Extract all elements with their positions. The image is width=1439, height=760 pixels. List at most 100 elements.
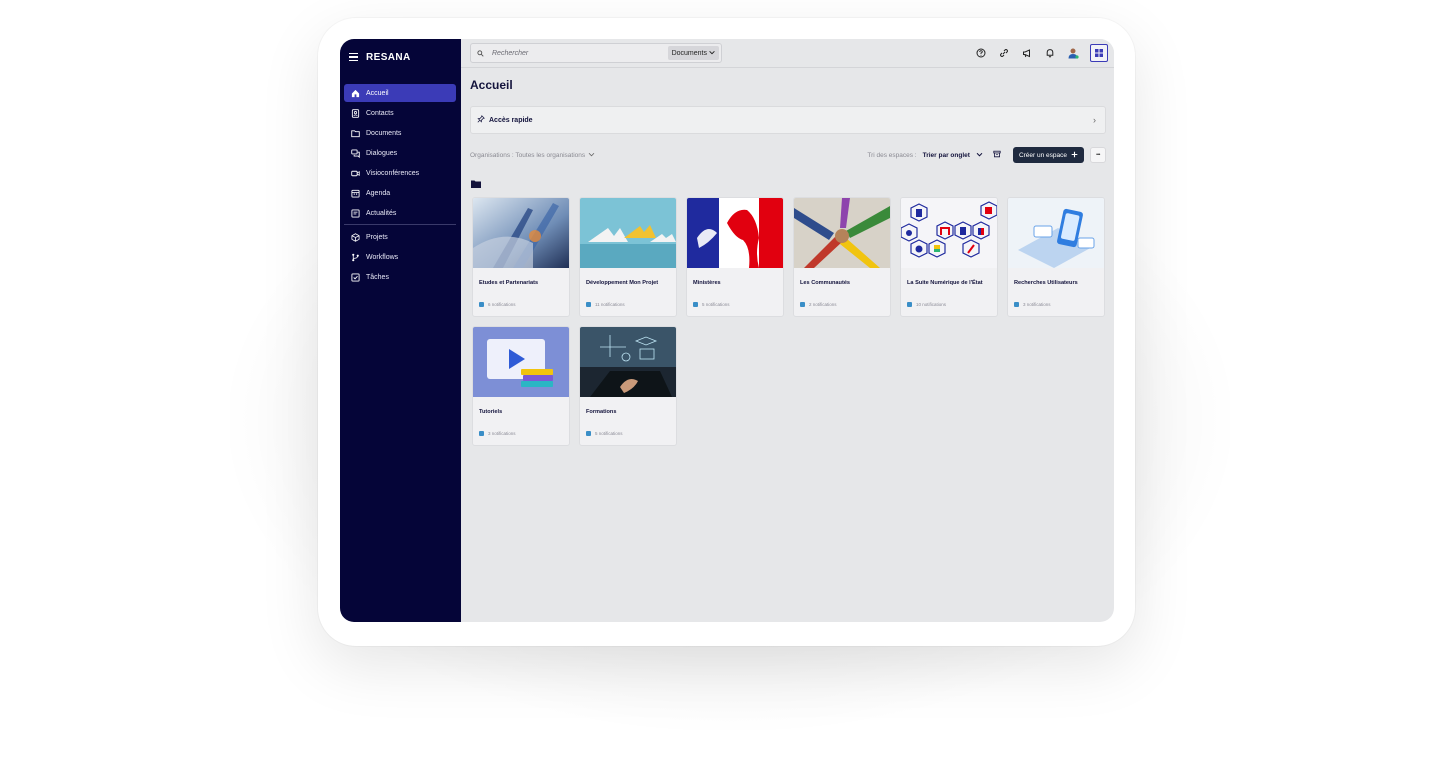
search-input[interactable]: Rechercher (492, 50, 668, 57)
sidebar-item-actualites[interactable]: Actualités (344, 204, 456, 222)
sidebar-item-contacts[interactable]: Contacts (344, 104, 456, 122)
sidebar-item-taches[interactable]: Tâches (344, 268, 456, 286)
sidebar-item-projets[interactable]: Projets (344, 228, 456, 246)
chevron-down-icon[interactable] (976, 152, 983, 159)
space-title: Développement Mon Projet (586, 280, 659, 286)
video-icon (350, 168, 360, 178)
search-icon (477, 44, 484, 62)
space-title: Recherches Utilisateurs (1014, 280, 1078, 286)
space-thumbnail (473, 327, 569, 397)
space-notifications: 3 notifications (479, 431, 516, 437)
sidebar-nav: Accueil Contacts Documents Dialogues Vis… (344, 84, 456, 288)
search-scope-label: Documents (671, 49, 707, 57)
space-notifications: 2 notifications (800, 302, 837, 308)
search-bar[interactable]: Rechercher Documents (470, 43, 722, 63)
sidebar-item-label: Workflows (366, 253, 399, 261)
space-card-etudes[interactable]: Etudes et Partenariats 6 notifications (472, 197, 570, 317)
sidebar-item-label: Agenda (366, 189, 391, 197)
space-notifications: 11 notifications (586, 302, 625, 308)
megaphone-icon[interactable] (1021, 47, 1033, 59)
sidebar-item-label: Actualités (366, 209, 397, 217)
bell-icon[interactable] (1044, 47, 1056, 59)
sidebar-item-label: Visioconférences (366, 169, 420, 177)
space-card-suite-numerique[interactable]: La Suite Numérique de l'État 10 notifica… (900, 197, 998, 317)
folder-icon (350, 128, 360, 138)
pin-icon (477, 115, 485, 125)
sidebar: RESANA Accueil Contacts Documents Dialog… (340, 39, 461, 622)
sidebar-item-label: Accueil (366, 89, 389, 97)
sidebar-item-label: Dialogues (366, 149, 398, 157)
app-screen: RESANA Accueil Contacts Documents Dialog… (340, 39, 1114, 622)
chevron-down-icon (588, 152, 595, 159)
sidebar-item-label: Tâches (366, 273, 389, 281)
sidebar-item-agenda[interactable]: Agenda (344, 184, 456, 202)
topbar: Rechercher Documents (461, 39, 1114, 68)
cube-icon (350, 232, 360, 242)
sidebar-item-label: Projets (366, 233, 388, 241)
home-icon (350, 88, 360, 98)
news-icon (350, 208, 360, 218)
menu-icon[interactable] (349, 53, 358, 61)
space-notifications: 10 notifications (907, 302, 946, 308)
sort-select[interactable]: Trier par onglet (923, 152, 970, 159)
space-notifications: 5 notifications (693, 302, 732, 308)
more-options-button[interactable]: ••• (1090, 147, 1106, 163)
sidebar-item-workflows[interactable]: Workflows (344, 248, 456, 266)
organisation-filter[interactable]: Organisations : Toutes les organisations (470, 152, 867, 159)
sidebar-item-label: Documents (366, 129, 402, 137)
filter-bar: Organisations : Toutes les organisations… (470, 146, 1106, 164)
space-card-developpement[interactable]: Développement Mon Projet 11 notification… (579, 197, 677, 317)
contacts-icon (350, 108, 360, 118)
create-space-label: Créer un espace (1018, 151, 1067, 159)
quick-access-panel[interactable]: Accès rapide › (470, 106, 1106, 134)
notification-count: 5 notifications (595, 431, 623, 436)
notification-icon (586, 431, 591, 436)
space-card-recherches[interactable]: Recherches Utilisateurs 3 notifications (1007, 197, 1105, 317)
space-title: Etudes et Partenariats (479, 280, 539, 286)
space-title: Formations (586, 409, 617, 415)
space-title: Les Communautés (800, 280, 851, 286)
sidebar-item-dialogues[interactable]: Dialogues (344, 144, 456, 162)
space-card-ministeres[interactable]: Ministères 5 notifications (686, 197, 784, 317)
sort-value: Trier par onglet (922, 151, 970, 159)
brand: RESANA (349, 50, 411, 64)
folder-icon[interactable] (471, 175, 481, 193)
archive-icon[interactable] (993, 150, 1001, 160)
space-thumbnail (901, 198, 997, 268)
space-thumbnail (1008, 198, 1104, 268)
sidebar-item-documents[interactable]: Documents (344, 124, 456, 142)
workflow-icon (350, 252, 360, 262)
sidebar-item-accueil[interactable]: Accueil (344, 84, 456, 102)
space-notifications: 3 notifications (1014, 302, 1051, 308)
space-card-formations[interactable]: Formations 5 notifications (579, 326, 677, 446)
notification-icon (479, 302, 484, 307)
avatar[interactable] (1067, 47, 1079, 59)
space-title: La Suite Numérique de l'État (907, 280, 983, 286)
plus-icon (1071, 151, 1078, 160)
space-title: Ministères (693, 280, 721, 286)
space-thumbnail (473, 198, 569, 268)
organisation-switcher[interactable] (1090, 44, 1108, 62)
space-thumbnail (580, 327, 676, 397)
notification-icon (586, 302, 591, 307)
create-space-button[interactable]: Créer un espace (1012, 147, 1084, 163)
chevron-right-icon[interactable]: › (1093, 115, 1096, 125)
link-icon[interactable] (998, 47, 1010, 59)
space-card-tutoriels[interactable]: Tutoriels 3 notifications (472, 326, 570, 446)
notification-icon (479, 431, 484, 436)
search-scope-select[interactable]: Documents (667, 46, 719, 60)
space-thumbnail (580, 198, 676, 268)
notification-count: 3 notifications (1023, 302, 1051, 307)
notification-icon (693, 302, 698, 307)
calendar-icon (350, 188, 360, 198)
notification-count: 11 notifications (595, 302, 625, 307)
notification-count: 6 notifications (488, 302, 516, 307)
sidebar-item-visioconferences[interactable]: Visioconférences (344, 164, 456, 182)
sidebar-divider (344, 224, 456, 225)
topbar-actions (975, 43, 1108, 63)
notification-count: 10 notifications (916, 302, 947, 307)
main-content: Rechercher Documents Accueil Accès rapid… (461, 39, 1114, 622)
brand-name: RESANA (366, 51, 411, 63)
space-card-communautes[interactable]: Les Communautés 2 notifications (793, 197, 891, 317)
help-icon[interactable] (975, 47, 987, 59)
